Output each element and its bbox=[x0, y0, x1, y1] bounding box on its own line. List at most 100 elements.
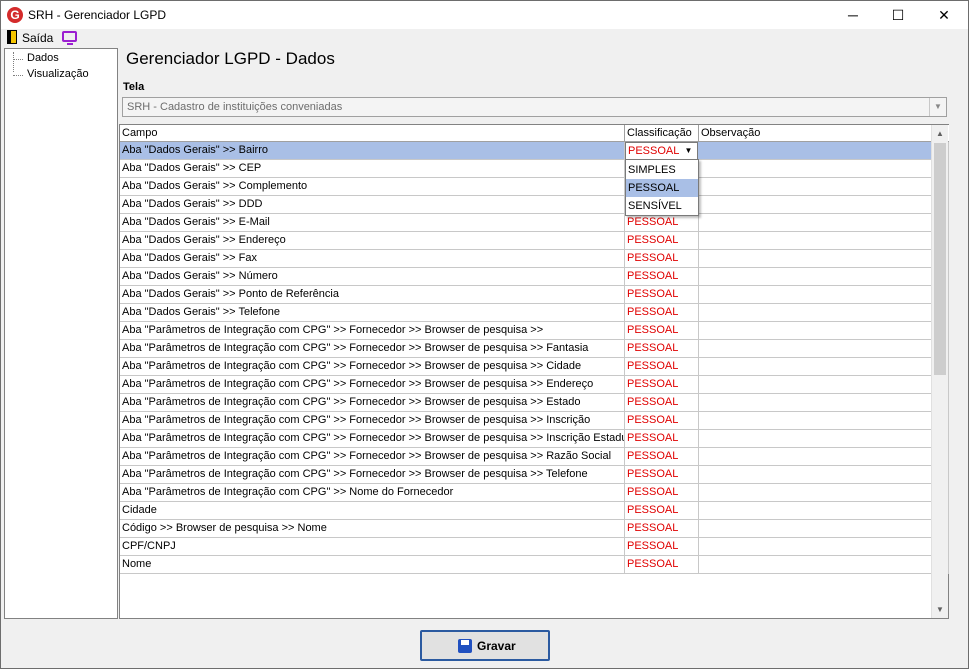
table-row[interactable]: Aba "Parâmetros de Integração com CPG" >… bbox=[120, 448, 949, 466]
close-button[interactable]: ✕ bbox=[921, 1, 967, 29]
chevron-down-icon[interactable]: ▼ bbox=[680, 143, 697, 159]
cell-observacao[interactable] bbox=[699, 448, 949, 466]
table-row[interactable]: Aba "Parâmetros de Integração com CPG" >… bbox=[120, 484, 949, 502]
cell-campo[interactable]: Aba "Parâmetros de Integração com CPG" >… bbox=[120, 484, 625, 502]
cell-observacao[interactable] bbox=[699, 502, 949, 520]
classification-combo-editor[interactable]: PESSOAL ▼ bbox=[625, 142, 698, 160]
cell-campo[interactable]: Aba "Dados Gerais" >> Telefone bbox=[120, 304, 625, 322]
scroll-down-icon[interactable]: ▼ bbox=[932, 601, 948, 618]
cell-observacao[interactable] bbox=[699, 286, 949, 304]
minimize-button[interactable]: ─ bbox=[830, 1, 876, 29]
cell-observacao[interactable] bbox=[699, 304, 949, 322]
cell-campo[interactable]: Aba "Parâmetros de Integração com CPG" >… bbox=[120, 358, 625, 376]
table-row[interactable]: Aba "Dados Gerais" >> E-Mail PESSOAL bbox=[120, 214, 949, 232]
cell-classificacao[interactable]: PESSOAL bbox=[625, 268, 699, 286]
cell-observacao[interactable] bbox=[699, 322, 949, 340]
cell-classificacao[interactable]: PESSOAL bbox=[625, 214, 699, 232]
cell-classificacao[interactable]: PESSOAL bbox=[625, 394, 699, 412]
title-bar[interactable]: G SRH - Gerenciador LGPD ─ ☐ ✕ bbox=[1, 1, 968, 29]
table-row[interactable]: Aba "Parâmetros de Integração com CPG" >… bbox=[120, 430, 949, 448]
table-row[interactable]: Aba "Parâmetros de Integração com CPG" >… bbox=[120, 376, 949, 394]
cell-observacao[interactable] bbox=[699, 250, 949, 268]
cell-classificacao[interactable]: PESSOAL bbox=[625, 448, 699, 466]
cell-classificacao[interactable]: PESSOAL bbox=[625, 466, 699, 484]
table-row[interactable]: Aba "Parâmetros de Integração com CPG" >… bbox=[120, 412, 949, 430]
cell-campo[interactable]: Aba "Parâmetros de Integração com CPG" >… bbox=[120, 412, 625, 430]
cell-observacao[interactable] bbox=[699, 376, 949, 394]
cell-campo[interactable]: Aba "Dados Gerais" >> Endereço bbox=[120, 232, 625, 250]
cell-observacao[interactable] bbox=[699, 268, 949, 286]
exit-door-icon[interactable] bbox=[7, 30, 17, 44]
cell-observacao[interactable] bbox=[699, 484, 949, 502]
option-sensivel[interactable]: SENSÍVEL bbox=[626, 197, 698, 215]
cell-observacao[interactable] bbox=[699, 466, 949, 484]
table-row[interactable]: CPF/CNPJ PESSOAL bbox=[120, 538, 949, 556]
cell-classificacao[interactable]: PESSOAL bbox=[625, 484, 699, 502]
table-row[interactable]: Código >> Browser de pesquisa >> Nome PES… bbox=[120, 520, 949, 538]
table-row[interactable]: Cidade PESSOAL bbox=[120, 502, 949, 520]
cell-campo[interactable]: Aba "Dados Gerais" >> Bairro bbox=[120, 142, 625, 160]
cell-observacao[interactable] bbox=[699, 358, 949, 376]
cell-classificacao[interactable]: PESSOAL bbox=[625, 376, 699, 394]
cell-campo[interactable]: Aba "Parâmetros de Integração com CPG" >… bbox=[120, 448, 625, 466]
column-header-classificacao[interactable]: Classificação bbox=[625, 125, 699, 142]
cell-campo[interactable]: Aba "Dados Gerais" >> E-Mail bbox=[120, 214, 625, 232]
cell-campo[interactable]: Aba "Dados Gerais" >> Fax bbox=[120, 250, 625, 268]
monitor-icon[interactable] bbox=[62, 31, 77, 45]
table-row[interactable]: Nome PESSOAL bbox=[120, 556, 949, 574]
cell-observacao[interactable] bbox=[699, 538, 949, 556]
table-row[interactable]: Aba "Dados Gerais" >> Ponto de Referênci… bbox=[120, 286, 949, 304]
table-row[interactable]: Aba "Dados Gerais" >> Fax PESSOAL bbox=[120, 250, 949, 268]
tree-item-dados[interactable]: Dados bbox=[13, 52, 59, 66]
cell-classificacao[interactable]: PESSOAL bbox=[625, 232, 699, 250]
option-pessoal[interactable]: PESSOAL bbox=[626, 179, 698, 197]
combo-editor-value[interactable]: PESSOAL bbox=[628, 145, 679, 157]
cell-campo[interactable]: Aba "Dados Gerais" >> Número bbox=[120, 268, 625, 286]
tree-item-visualizacao[interactable]: Visualização bbox=[13, 68, 89, 82]
cell-observacao[interactable] bbox=[699, 178, 949, 196]
cell-campo[interactable]: Aba "Parâmetros de Integração com CPG" >… bbox=[120, 340, 625, 358]
cell-observacao[interactable] bbox=[699, 556, 949, 574]
column-header-observacao[interactable]: Observação bbox=[699, 125, 949, 142]
maximize-button[interactable]: ☐ bbox=[875, 1, 921, 29]
cell-classificacao[interactable]: PESSOAL bbox=[625, 520, 699, 538]
exit-button-label[interactable]: Saída bbox=[22, 31, 53, 45]
cell-classificacao[interactable]: PESSOAL bbox=[625, 412, 699, 430]
cell-classificacao[interactable]: PESSOAL bbox=[625, 250, 699, 268]
cell-classificacao[interactable]: PESSOAL bbox=[625, 340, 699, 358]
cell-campo[interactable]: Aba "Parâmetros de Integração com CPG" >… bbox=[120, 322, 625, 340]
cell-campo[interactable]: Código >> Browser de pesquisa >> Nome bbox=[120, 520, 625, 538]
scroll-up-icon[interactable]: ▲ bbox=[932, 125, 948, 142]
cell-classificacao[interactable]: PESSOAL bbox=[625, 430, 699, 448]
vertical-scrollbar[interactable]: ▲ ▼ bbox=[931, 125, 948, 618]
cell-campo[interactable]: Nome bbox=[120, 556, 625, 574]
table-row[interactable]: Aba "Dados Gerais" >> Bairro PESSOAL ▼ bbox=[120, 142, 949, 160]
cell-observacao[interactable] bbox=[699, 196, 949, 214]
cell-observacao[interactable] bbox=[699, 430, 949, 448]
cell-classificacao[interactable]: PESSOAL bbox=[625, 538, 699, 556]
cell-observacao[interactable] bbox=[699, 412, 949, 430]
option-simples[interactable]: SIMPLES bbox=[626, 161, 698, 179]
save-button[interactable]: Gravar bbox=[420, 630, 550, 661]
table-row[interactable]: Aba "Parâmetros de Integração com CPG" >… bbox=[120, 466, 949, 484]
cell-observacao[interactable] bbox=[699, 160, 949, 178]
cell-classificacao[interactable]: PESSOAL bbox=[625, 286, 699, 304]
scrollbar-thumb[interactable] bbox=[934, 143, 946, 375]
cell-campo[interactable]: Aba "Parâmetros de Integração com CPG" >… bbox=[120, 430, 625, 448]
table-row[interactable]: Aba "Dados Gerais" >> Telefone PESSOAL bbox=[120, 304, 949, 322]
table-row[interactable]: Aba "Dados Gerais" >> DDD bbox=[120, 196, 949, 214]
table-row[interactable]: Aba "Parâmetros de Integração com CPG" >… bbox=[120, 340, 949, 358]
cell-classificacao[interactable]: PESSOAL bbox=[625, 304, 699, 322]
table-row[interactable]: Aba "Dados Gerais" >> Número PESSOAL bbox=[120, 268, 949, 286]
table-row[interactable]: Aba "Parâmetros de Integração com CPG" >… bbox=[120, 322, 949, 340]
chevron-down-icon[interactable]: ▼ bbox=[929, 98, 946, 116]
cell-observacao[interactable] bbox=[699, 214, 949, 232]
table-row[interactable]: Aba "Dados Gerais" >> Complemento bbox=[120, 178, 949, 196]
cell-classificacao[interactable]: PESSOAL bbox=[625, 322, 699, 340]
cell-observacao[interactable] bbox=[699, 340, 949, 358]
table-row[interactable]: Aba "Dados Gerais" >> CEP bbox=[120, 160, 949, 178]
cell-classificacao[interactable]: PESSOAL bbox=[625, 556, 699, 574]
table-row[interactable]: Aba "Dados Gerais" >> Endereço PESSOAL bbox=[120, 232, 949, 250]
column-header-campo[interactable]: Campo bbox=[120, 125, 625, 142]
cell-classificacao[interactable]: PESSOAL bbox=[625, 358, 699, 376]
